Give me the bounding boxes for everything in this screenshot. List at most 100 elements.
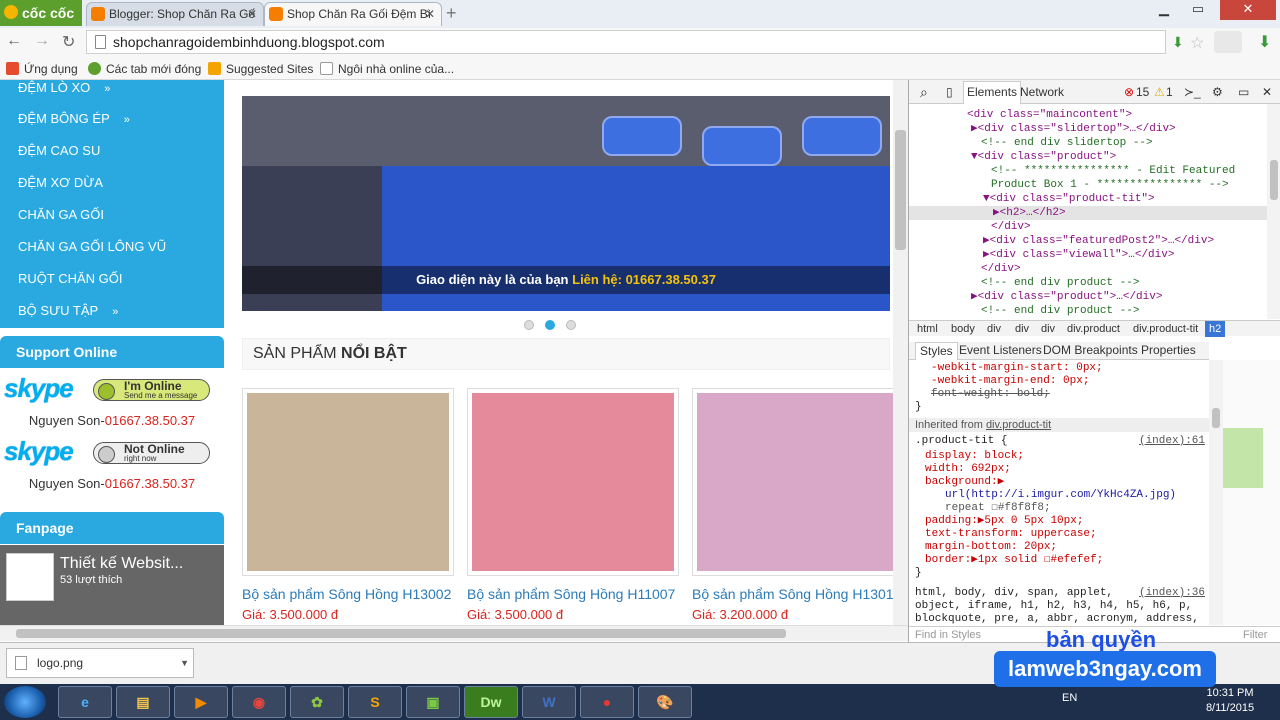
css-source-link[interactable]: (index):36 <box>1139 587 1205 600</box>
gear-icon[interactable]: ⚙ <box>1209 80 1226 104</box>
menu-item-chan-ga-goi-long-vu[interactable]: CHĂN GA GỐI LÔNG VŨ <box>18 239 166 254</box>
dom-node[interactable]: </div> <box>909 262 1021 276</box>
crumb[interactable]: div.product-tit <box>1129 321 1202 337</box>
address-bar[interactable]: shopchanragoidembinhduong.blogspot.com <box>86 30 1166 54</box>
product-name[interactable]: Bộ sản phẩm Sông Hồng H13002 <box>242 586 454 602</box>
dom-node[interactable]: ▶<div class="viewall">…</div> <box>909 248 1174 262</box>
new-tab-button[interactable]: + <box>446 4 464 22</box>
css-line-overridden[interactable]: font-weight: bold; <box>915 388 1050 401</box>
find-input[interactable]: Find in Styles <box>915 629 981 641</box>
skype-status-online[interactable]: I'm Online Send me a message <box>93 379 210 401</box>
maximize-button[interactable]: ▭ <box>1184 0 1212 20</box>
coccoc-browser-icon[interactable]: ✿ <box>290 686 344 718</box>
warning-count[interactable]: 1 <box>1163 80 1176 104</box>
minimize-button[interactable]: ▁ <box>1150 0 1178 20</box>
chevron-down-icon[interactable]: ▼ <box>180 649 189 677</box>
dom-node[interactable]: ▼<div class="product"> <box>909 150 1116 164</box>
product-card[interactable]: Bộ sản phẩm Sông Hồng H13002 Giá: 3.500.… <box>242 388 454 622</box>
css-line[interactable]: padding:▶5px 0 5px 10px; <box>915 515 1083 528</box>
back-icon[interactable]: ← <box>6 32 22 50</box>
tab-blogger[interactable]: Blogger: Shop Chăn Ra Gố ✕ <box>86 2 264 26</box>
fanpage-box[interactable]: Thiết kế Websit... 53 lượt thích <box>0 545 224 625</box>
css-line[interactable]: display: block; <box>915 450 1024 463</box>
menu-item-dem-cao-su[interactable]: ĐỆM CAO SU <box>18 143 100 158</box>
menu-item-dem-lo-xo[interactable]: ĐỆM LÒ XO » <box>18 80 110 95</box>
dom-node[interactable]: <div class="maincontent"> <box>909 108 1132 122</box>
crumb[interactable]: html <box>913 321 942 337</box>
close-tab-icon[interactable]: ✕ <box>247 3 257 25</box>
terminal-icon[interactable]: ▣ <box>406 686 460 718</box>
fanpage-avatar[interactable] <box>6 553 54 601</box>
styles-pane[interactable]: -webkit-margin-start: 0px; -webkit-margi… <box>909 360 1209 625</box>
forward-icon[interactable]: → <box>34 32 50 50</box>
bookmark-recent-tabs[interactable]: Các tab mới đóng <box>88 59 201 79</box>
scroll-thumb[interactable] <box>895 130 906 250</box>
dom-node[interactable]: ▶<div class="product">…</div> <box>909 290 1162 304</box>
subtab-event-listeners[interactable]: Event Listeners <box>955 342 1046 359</box>
dom-node[interactable]: ▶<div class="slidertop">…</div> <box>909 122 1176 136</box>
dom-comment[interactable]: <!-- end div slidertop --> <box>909 136 1153 150</box>
subtab-dom-breakpoints[interactable]: DOM Breakpoints <box>1039 342 1142 359</box>
css-source-link[interactable]: (index):61 <box>1139 435 1205 448</box>
css-line[interactable]: border:▶1px solid ☐#efefef; <box>915 554 1103 567</box>
bookmark-apps[interactable]: Ứng dụng <box>6 59 78 79</box>
css-line[interactable]: -webkit-margin-end: 0px; <box>915 375 1089 388</box>
tab-elements[interactable]: Elements <box>963 81 1022 104</box>
menu-item-ruot-chan-goi[interactable]: RUỘT CHĂN GỐI <box>18 271 123 286</box>
menu-item-bo-suu-tap[interactable]: BỘ SƯU TẬP » <box>18 303 118 318</box>
menu-item-dem-xo-dua[interactable]: ĐỆM XƠ DỪA <box>18 175 103 190</box>
css-url[interactable]: url(http://i.imgur.com/YkHc4ZA.jpg) <box>915 489 1176 502</box>
css-line[interactable]: -webkit-margin-start: 0px; <box>915 362 1103 375</box>
downloads-icon[interactable]: ⬇ <box>1258 32 1271 52</box>
crumb[interactable]: div <box>983 321 1005 337</box>
bookmark-suggested[interactable]: Suggested Sites <box>208 59 313 79</box>
file-explorer-icon[interactable]: ▤ <box>116 686 170 718</box>
dreamweaver-icon[interactable]: Dw <box>464 686 518 718</box>
slider-dot[interactable] <box>524 320 534 330</box>
word-icon[interactable]: W <box>522 686 576 718</box>
extension-icon[interactable]: ⬇ <box>1172 34 1184 51</box>
slider-dot[interactable] <box>566 320 576 330</box>
media-player-icon[interactable]: ▶ <box>174 686 228 718</box>
skype-logo[interactable]: skype <box>4 374 80 404</box>
css-line[interactable]: margin-bottom: 20px; <box>915 541 1057 554</box>
skype-logo[interactable]: skype <box>4 437 80 467</box>
dom-comment[interactable]: Product Box 1 - **************** --> <box>909 178 1229 192</box>
crumb[interactable]: div.product <box>1063 321 1124 337</box>
camtasia-icon[interactable]: ● <box>580 686 634 718</box>
dom-scrollbar[interactable] <box>1267 104 1280 319</box>
skype-status-offline[interactable]: Not Online right now <box>93 442 210 464</box>
css-line[interactable]: text-transform: uppercase; <box>915 528 1097 541</box>
close-tab-icon[interactable]: ✕ <box>425 3 435 25</box>
slider-dot-active[interactable] <box>545 320 555 330</box>
device-mode-icon[interactable]: ▯ <box>943 80 956 104</box>
reload-icon[interactable]: ↻ <box>62 32 75 52</box>
paint-icon[interactable]: 🎨 <box>638 686 692 718</box>
page-vertical-scrollbar[interactable] <box>893 80 908 625</box>
close-window-button[interactable]: ✕ <box>1220 0 1276 20</box>
css-line[interactable]: background:▶ <box>915 476 1004 489</box>
scroll-thumb[interactable] <box>1212 408 1220 428</box>
browser-logo[interactable]: cốc cốc <box>0 0 82 26</box>
image-slider[interactable]: Giao diện này là của bạn Liên hệ: 01667.… <box>242 96 890 311</box>
internet-explorer-icon[interactable]: e <box>58 686 112 718</box>
fanpage-name[interactable]: Thiết kế Websit... <box>60 555 183 573</box>
crumb-selected[interactable]: h2 <box>1205 321 1226 337</box>
sublime-icon[interactable]: S <box>348 686 402 718</box>
chrome-icon[interactable]: ◉ <box>232 686 286 718</box>
error-count[interactable]: 15 <box>1133 80 1152 104</box>
download-page-icon[interactable] <box>1214 31 1242 53</box>
product-image[interactable] <box>692 388 904 576</box>
console-icon[interactable]: ≻_ <box>1181 80 1204 104</box>
css-selector[interactable]: .product-tit { <box>915 435 1007 448</box>
crumb[interactable]: body <box>947 321 979 337</box>
subtab-properties[interactable]: Properties <box>1137 342 1200 359</box>
dom-node[interactable]: ▶<div class="featuredPost2">…</div> <box>909 234 1214 248</box>
dom-node[interactable]: </div> <box>909 220 1031 234</box>
language-indicator[interactable]: EN <box>1062 692 1077 704</box>
tab-network[interactable]: Network <box>1017 80 1067 104</box>
styles-scrollbar[interactable] <box>1209 360 1223 625</box>
menu-item-chan-ga-goi[interactable]: CHĂN GA GỐI <box>18 207 104 222</box>
product-name[interactable]: Bộ sản phẩm Sông Hồng H13014 <box>692 586 904 602</box>
dom-comment[interactable]: <!-- end div product --> <box>909 276 1139 290</box>
